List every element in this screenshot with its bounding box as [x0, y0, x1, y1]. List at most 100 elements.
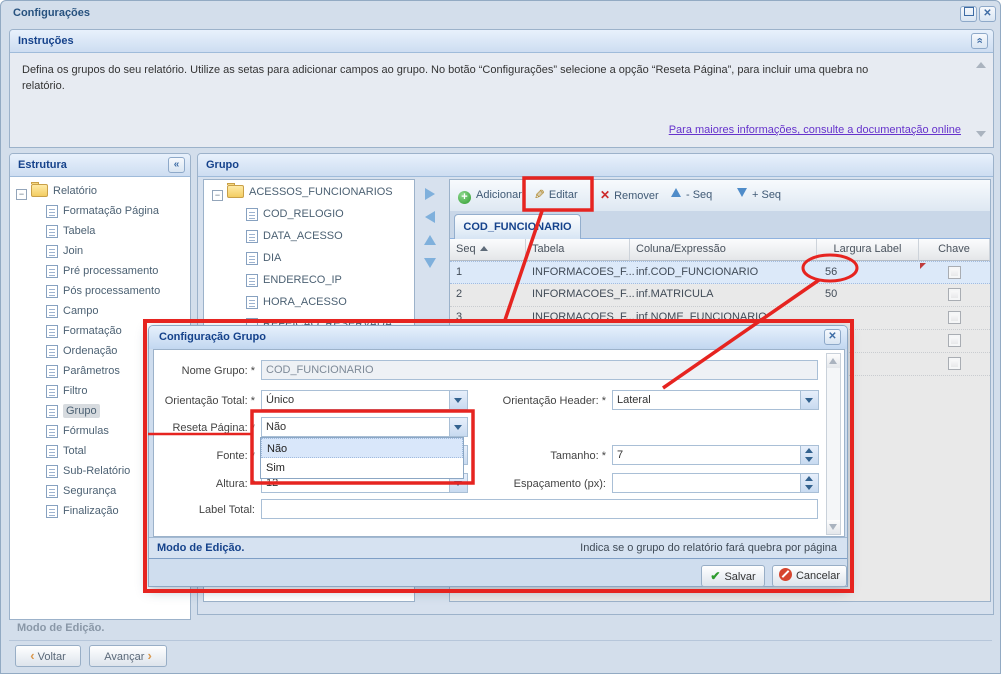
move-up-button[interactable]: [422, 232, 438, 248]
column-header-tabela[interactable]: Tabela: [526, 239, 630, 261]
sidebar-item-ordenacao[interactable]: Ordenação: [46, 343, 117, 361]
sidebar-item-grupo[interactable]: Grupo: [46, 403, 100, 421]
status-text: Modo de Edição.: [17, 622, 104, 634]
collapse-expander-icon[interactable]: −: [212, 190, 223, 201]
leaf-icon: [246, 208, 258, 221]
seq-plus-button[interactable]: + Seq: [737, 184, 781, 206]
leaf-icon: [46, 305, 58, 318]
collapse-expander-icon[interactable]: −: [16, 189, 27, 200]
sidebar-item-formatacao[interactable]: Formatação: [46, 323, 122, 341]
sidebar-item-formulas[interactable]: Fórmulas: [46, 423, 109, 441]
dialog-scrollbar[interactable]: [826, 353, 841, 535]
voltar-button[interactable]: ‹ Voltar: [15, 645, 81, 667]
espacamento-spinner[interactable]: [612, 473, 819, 493]
move-right-button[interactable]: [422, 186, 438, 202]
leaf-icon: [46, 345, 58, 358]
sidebar-item-total[interactable]: Total: [46, 443, 86, 461]
sidebar-item-campo[interactable]: Campo: [46, 303, 98, 321]
spinner-arrows-icon[interactable]: [800, 474, 818, 492]
sidebar-item-tabela[interactable]: Tabela: [46, 223, 95, 241]
editar-button[interactable]: ✎Editar: [534, 184, 578, 206]
column-header-coluna[interactable]: Coluna/Expressão: [630, 239, 817, 261]
move-down-button[interactable]: [422, 255, 438, 271]
scroll-down-icon[interactable]: [976, 131, 986, 137]
instructions-text-line2: relatório.: [22, 80, 65, 92]
tree-item-hora-acesso[interactable]: HORA_ACESSO: [246, 294, 347, 312]
table-row[interactable]: 1 INFORMACOES_F... inf.COD_FUNCIONARIO 5…: [450, 261, 990, 284]
chave-checkbox[interactable]: [948, 266, 961, 279]
nome-grupo-label: Nome Grupo: *: [154, 363, 255, 379]
scrollbar-up-button[interactable]: [827, 354, 840, 368]
label-total-field[interactable]: [261, 499, 818, 519]
remove-x-icon: ✕: [600, 184, 610, 206]
dropdown-option-nao[interactable]: Não: [261, 438, 463, 458]
collapse-panel-button[interactable]: «: [971, 33, 988, 49]
avancar-button[interactable]: Avançar ›: [89, 645, 167, 667]
collapse-left-button[interactable]: «: [168, 157, 185, 173]
chave-checkbox[interactable]: [948, 311, 961, 324]
tree-root-acessos[interactable]: −ACESSOS_FUNCIONARIOS: [212, 184, 393, 202]
sidebar-item-parametros[interactable]: Parâmetros: [46, 363, 120, 381]
sidebar-item-pos-processamento[interactable]: Pós processamento: [46, 283, 160, 301]
sidebar-item-filtro[interactable]: Filtro: [46, 383, 87, 401]
reseta-pagina-combo[interactable]: Não: [261, 417, 468, 437]
leaf-icon: [46, 205, 58, 218]
chevron-down-icon[interactable]: [800, 391, 818, 409]
tab-cod-funcionario[interactable]: COD_FUNCIONARIO: [454, 214, 581, 239]
sidebar-item-seguranca[interactable]: Segurança: [46, 483, 116, 501]
sidebar-item-finalizacao[interactable]: Finalização: [46, 503, 119, 521]
group-toolbar: +Adicionar ✎Editar ✕Remover - Seq + Seq: [450, 180, 990, 212]
maximize-icon: [964, 7, 974, 16]
chevron-down-icon[interactable]: [449, 391, 467, 409]
tree-item-cod-relogio[interactable]: COD_RELOGIO: [246, 206, 344, 224]
dialog-close-button[interactable]: ✕: [824, 329, 841, 345]
leaf-icon: [46, 425, 58, 438]
tree-root-relatorio[interactable]: −Relatório: [16, 183, 97, 201]
fonte-label: Fonte: *: [154, 448, 255, 464]
cancelar-button[interactable]: Cancelar: [772, 565, 847, 587]
leaf-icon: [246, 274, 258, 287]
orientacao-header-label: Orientação Header: *: [456, 393, 606, 409]
dialog-title: Configuração Grupo: [149, 326, 847, 349]
chave-checkbox[interactable]: [948, 357, 961, 370]
column-header-largura-label[interactable]: Largura Label: [817, 239, 919, 261]
salvar-button[interactable]: ✔Salvar: [701, 565, 765, 587]
cancel-slash-icon: [779, 568, 792, 581]
orientacao-total-combo[interactable]: Único: [261, 390, 468, 410]
move-left-button[interactable]: [422, 209, 438, 225]
spinner-arrows-icon[interactable]: [800, 446, 818, 464]
table-row[interactable]: 2 INFORMACOES_F... inf.MATRICULA 50: [450, 284, 990, 307]
chevron-down-icon[interactable]: [449, 418, 467, 436]
chave-checkbox[interactable]: [948, 288, 961, 301]
dialog-status-text: Modo de Edição.: [157, 538, 244, 558]
remover-button[interactable]: ✕Remover: [600, 184, 659, 206]
tree-item-dia[interactable]: DIA: [246, 250, 281, 268]
sidebar-item-sub-relatorio[interactable]: Sub-Relatório: [46, 463, 130, 481]
sidebar-item-formatacao-pagina[interactable]: Formatação Página: [46, 203, 159, 221]
tree-item-data-acesso[interactable]: DATA_ACESSO: [246, 228, 343, 246]
adicionar-button[interactable]: +Adicionar: [458, 184, 522, 206]
tamanho-spinner[interactable]: 7: [612, 445, 819, 465]
leaf-icon: [246, 252, 258, 265]
maximize-button[interactable]: [960, 6, 977, 22]
column-header-seq[interactable]: Seq: [450, 239, 526, 261]
chave-checkbox[interactable]: [948, 334, 961, 347]
column-header-chave[interactable]: Chave: [919, 239, 990, 261]
scrollbar-down-button[interactable]: [827, 520, 840, 534]
dropdown-option-sim[interactable]: Sim: [261, 458, 463, 478]
documentation-link[interactable]: Para maiores informações, consulte a doc…: [669, 124, 961, 136]
altura-label: Altura: *: [154, 476, 255, 492]
tree-item-endereco-ip[interactable]: ENDERECO_IP: [246, 272, 342, 290]
arrow-up-icon: [424, 235, 436, 245]
leaf-icon: [46, 245, 58, 258]
dialog-hint-text: Indica se o grupo do relatório fará queb…: [580, 538, 837, 558]
sidebar-item-pre-processamento[interactable]: Pré processamento: [46, 263, 158, 281]
orientacao-total-label: Orientação Total: *: [154, 393, 255, 409]
seq-minus-button[interactable]: - Seq: [671, 184, 712, 206]
window-title: Configurações: [13, 7, 90, 19]
scroll-up-icon[interactable]: [976, 62, 986, 68]
save-check-icon: ✔: [710, 566, 720, 586]
close-button[interactable]: ✕: [979, 6, 996, 22]
sidebar-item-join[interactable]: Join: [46, 243, 83, 261]
orientacao-header-combo[interactable]: Lateral: [612, 390, 819, 410]
